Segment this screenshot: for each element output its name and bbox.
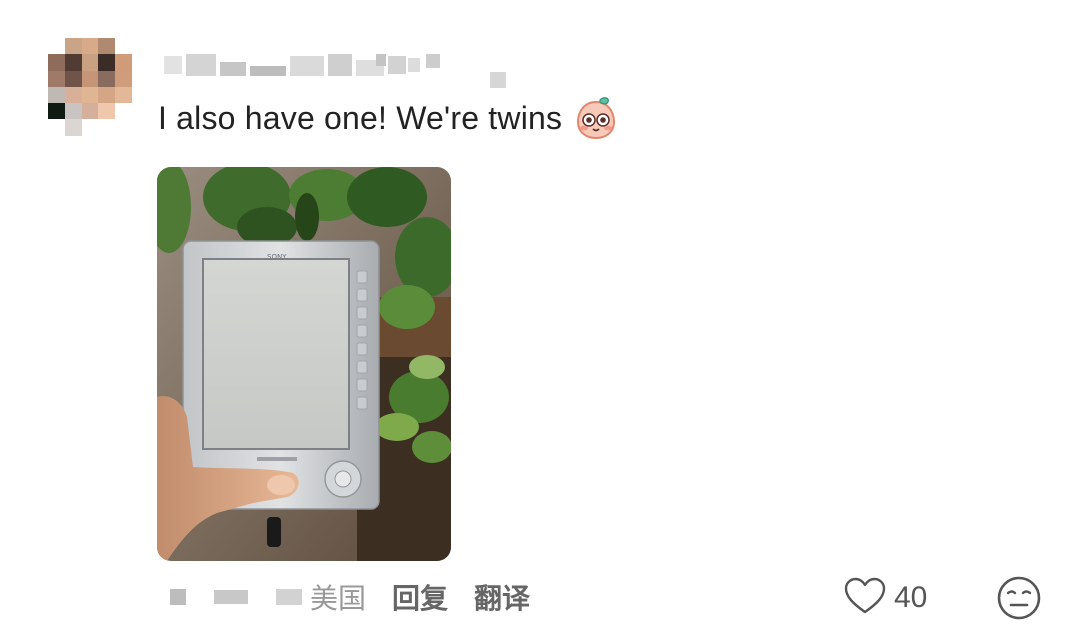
- comment-body: I also have one! We're twins: [158, 99, 563, 136]
- heart-outline-icon: [844, 577, 886, 620]
- comment-meta: 美国 回复 翻译: [170, 578, 530, 616]
- username-redacted[interactable]: [164, 52, 514, 88]
- meh-face-icon[interactable]: [996, 575, 1042, 621]
- like-count: 40: [894, 581, 928, 614]
- comment-text: I also have one! We're twins: [158, 96, 618, 140]
- like-button[interactable]: 40: [844, 576, 927, 620]
- redacted-timestamp: [214, 590, 248, 604]
- avatar[interactable]: [48, 38, 132, 136]
- translate-button[interactable]: 翻译: [474, 577, 530, 617]
- redacted-timestamp: [170, 589, 186, 605]
- redacted-timestamp: [276, 589, 302, 605]
- blushing-peach-emoji-icon: [574, 96, 618, 140]
- location-label: 美国: [310, 583, 367, 614]
- ereader-photo[interactable]: SONY: [157, 167, 451, 561]
- reply-button[interactable]: 回复: [392, 577, 448, 617]
